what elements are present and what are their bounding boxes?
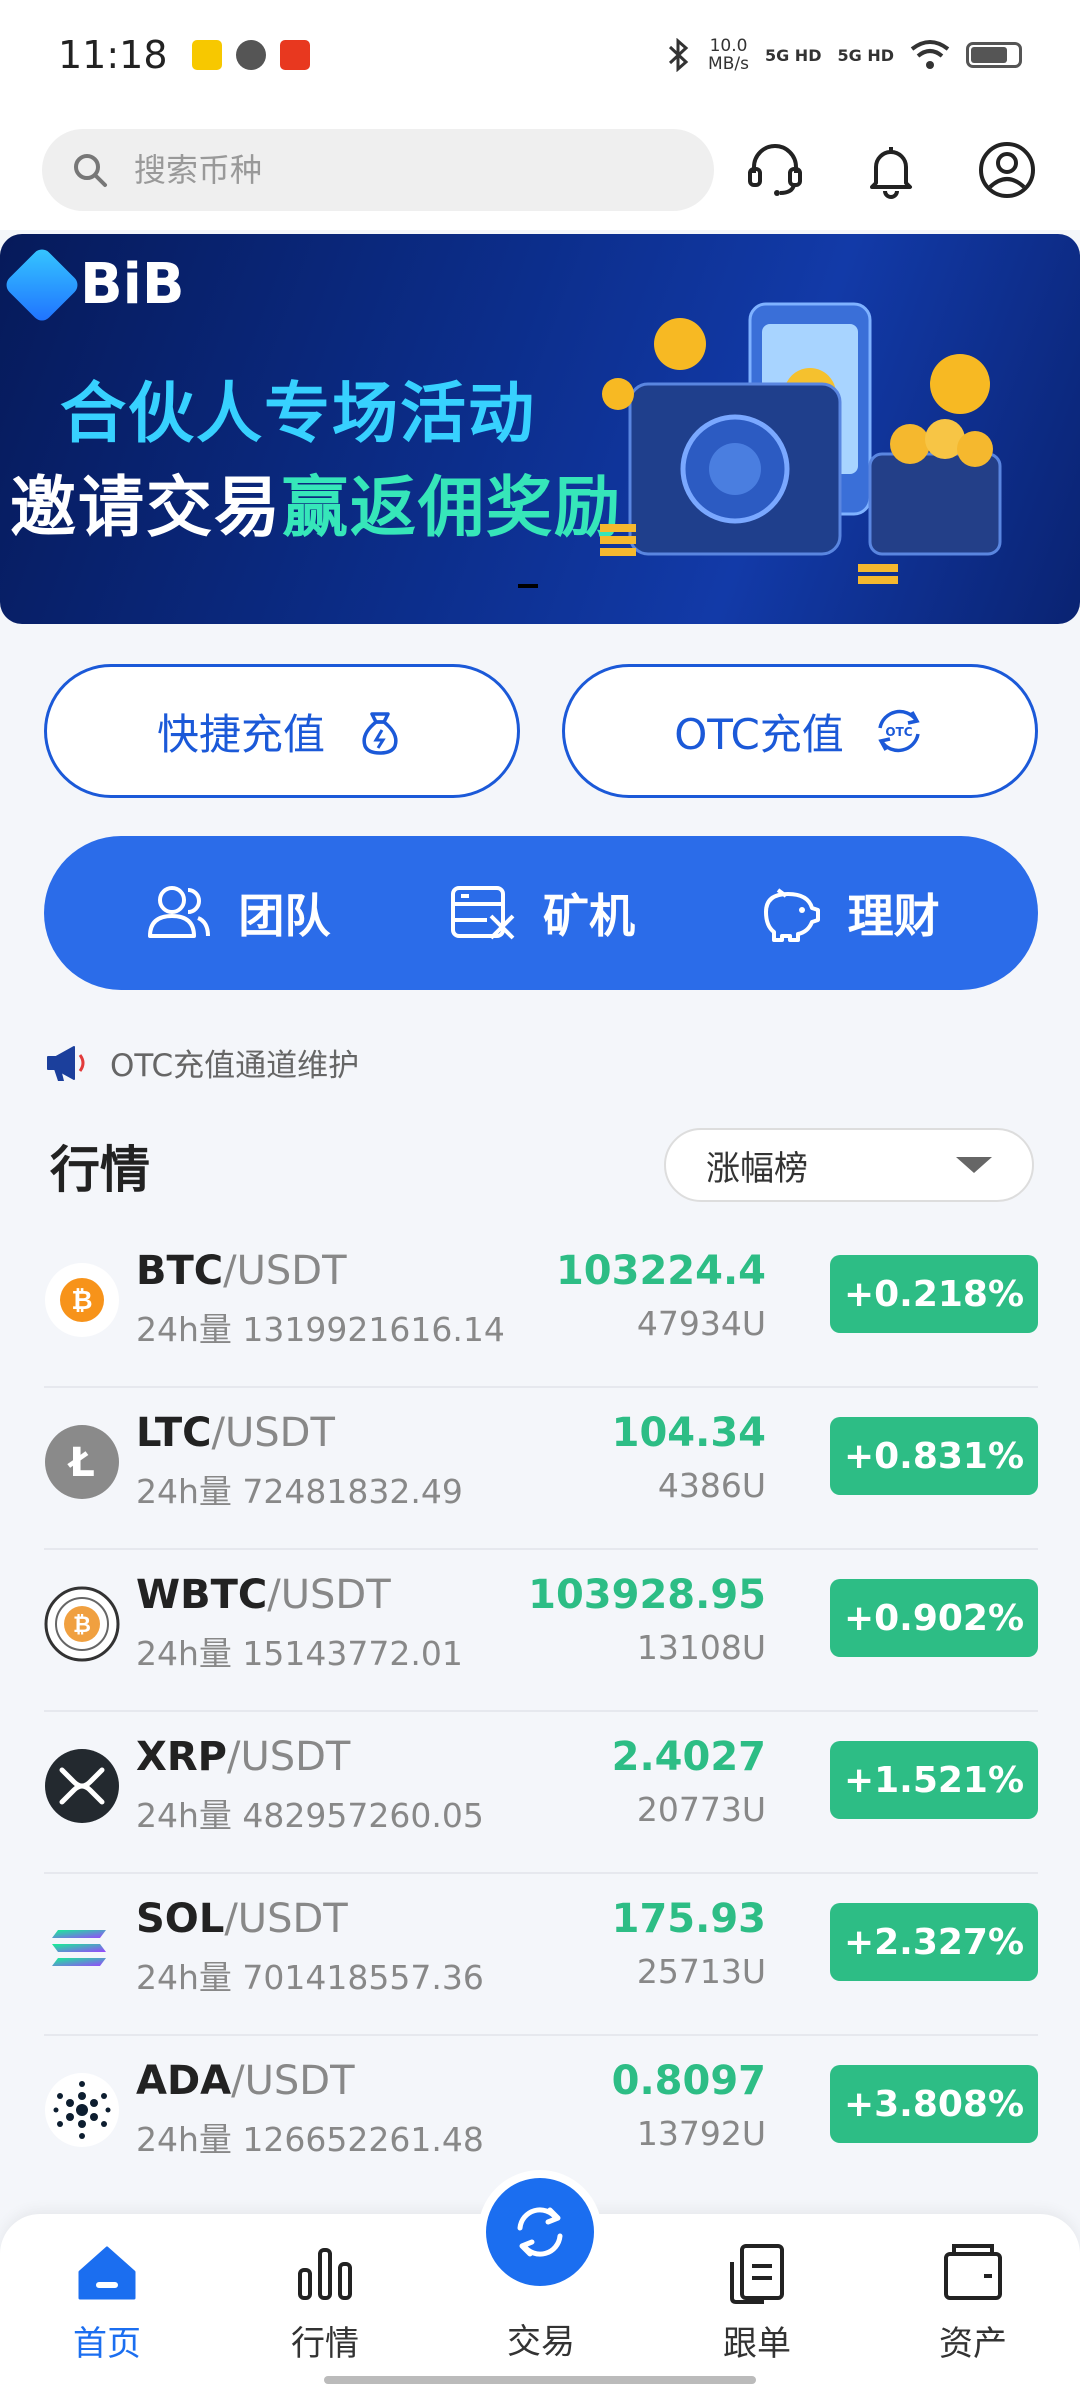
- bib-logo: BiB: [2, 244, 185, 325]
- banner-subheadline: 邀请交易赢返佣奖励: [10, 469, 622, 546]
- coin-price: 0.8097: [611, 2058, 766, 2104]
- sort-dropdown[interactable]: 涨幅榜: [664, 1128, 1034, 1202]
- swap-icon: [517, 2207, 563, 2257]
- coin-sub-value: 4386U: [657, 1466, 766, 1505]
- status-indicators: 10.0 MB/s 5G HD 5G HD: [666, 37, 1022, 73]
- svg-text:₿: ₿: [73, 1613, 91, 1638]
- coin-volume: 24h量 701418557.36: [136, 1958, 484, 1997]
- chevron-down-icon: [956, 1157, 992, 1173]
- bluetooth-icon: [669, 38, 689, 72]
- xrp-icon: [45, 1749, 119, 1823]
- net-speed: 10.0 MB/s: [708, 36, 749, 74]
- svg-text:₿: ₿: [71, 1286, 92, 1316]
- ada-icon: [45, 2073, 119, 2147]
- headset-icon[interactable]: [744, 139, 806, 201]
- market-list: ₿ BTC/USDT 24h量 1319921616.14 103224.4 4…: [44, 1226, 1038, 2198]
- notice-text: OTC充值通道维护: [110, 1048, 360, 1084]
- wbtc-icon: ₿: [44, 1586, 120, 1662]
- status-bar: 11:18 10.0 MB/s 5G HD 5G HD: [0, 0, 1080, 110]
- signal-indicator-1: 5G HD: [764, 45, 822, 65]
- wifi-icon: [910, 40, 950, 69]
- coin-price: 175.93: [611, 1896, 766, 1942]
- coin-volume: 24h量 1319921616.14: [136, 1310, 505, 1349]
- feature-wealth[interactable]: 理财: [752, 876, 940, 950]
- trade-fab-button[interactable]: [478, 2170, 602, 2294]
- change-badge[interactable]: +1.521%: [830, 1741, 1038, 1819]
- sort-selected-value: 涨幅榜: [706, 1148, 808, 1189]
- banner-headline: 合伙人专场活动: [60, 375, 536, 452]
- change-badge[interactable]: +2.327%: [830, 1903, 1038, 1981]
- team-icon: [148, 886, 211, 938]
- coin-sub-value: 20773U: [636, 1790, 766, 1829]
- feature-miner[interactable]: 矿机: [447, 876, 635, 950]
- otc-exchange-icon: OTC: [878, 709, 920, 753]
- coin-price: 104.34: [611, 1410, 766, 1456]
- market-row-xrp[interactable]: XRP/USDT 24h量 482957260.05 2.4027 20773U…: [44, 1712, 1038, 1874]
- promo-banner[interactable]: BiB 合伙人专场活动 邀请交易赢返佣奖励: [0, 234, 1080, 624]
- piggy-bank-icon: [763, 888, 820, 942]
- user-icon[interactable]: [976, 139, 1038, 201]
- market-row-btc[interactable]: ₿ BTC/USDT 24h量 1319921616.14 103224.4 4…: [44, 1226, 1038, 1388]
- banner-page-indicator: [518, 584, 538, 588]
- notice-bar[interactable]: OTC充值通道维护: [44, 1040, 359, 1085]
- header-actions: [744, 139, 1038, 201]
- home-indicator: [324, 2376, 756, 2384]
- change-badge[interactable]: +0.902%: [830, 1579, 1038, 1657]
- coin-price: 2.4027: [611, 1734, 766, 1780]
- otc-deposit-button[interactable]: OTC充值 OTC: [562, 664, 1038, 798]
- nav-copy-trade[interactable]: 跟单: [682, 2240, 832, 2365]
- ltc-icon: Ł: [45, 1425, 119, 1499]
- nav-home[interactable]: 首页: [32, 2240, 182, 2365]
- taobao-notification-icon: [279, 40, 310, 70]
- quick-deposit-button[interactable]: 快捷充值: [44, 664, 520, 798]
- home-icon: [78, 2246, 136, 2300]
- nav-trade[interactable]: 交易: [466, 2314, 616, 2363]
- search-input[interactable]: [134, 151, 654, 189]
- header: [0, 110, 1080, 230]
- nav-assets[interactable]: 资产: [898, 2240, 1048, 2365]
- coin-price: 103224.4: [555, 1248, 766, 1294]
- search-icon: [74, 154, 107, 187]
- change-badge[interactable]: +0.218%: [830, 1255, 1038, 1333]
- market-row-wbtc[interactable]: ₿ WBTC/USDT 24h量 15143772.01 103928.95 1…: [44, 1550, 1038, 1712]
- sol-icon: [52, 1930, 106, 1966]
- bell-icon[interactable]: [860, 139, 922, 201]
- nav-market[interactable]: 行情: [250, 2240, 400, 2365]
- coin-volume: 24h量 126652261.48: [136, 2120, 484, 2159]
- change-badge[interactable]: +3.808%: [830, 2065, 1038, 2143]
- document-icon: [730, 2244, 784, 2304]
- coin-volume: 24h量 72481832.49: [136, 1472, 463, 1511]
- coin-sub-value: 25713U: [636, 1952, 766, 1991]
- coin-sub-value: 47934U: [636, 1304, 766, 1343]
- coin-volume: 24h量 482957260.05: [136, 1796, 484, 1835]
- battery-icon: [966, 42, 1022, 68]
- coin-price: 103928.95: [528, 1572, 766, 1618]
- market-section-title: 行情: [50, 1141, 150, 1199]
- svg-text:OTC: OTC: [885, 725, 912, 739]
- money-bag-icon: [362, 712, 398, 755]
- megaphone-icon: [47, 1045, 85, 1081]
- feature-bar: 团队 矿机 理财: [44, 836, 1038, 990]
- coin-volume: 24h量 15143772.01: [136, 1634, 463, 1673]
- wallet-icon: [944, 2244, 1002, 2300]
- bar-chart-icon: [298, 2248, 352, 2300]
- change-badge[interactable]: +0.831%: [830, 1417, 1038, 1495]
- feature-team[interactable]: 团队: [142, 876, 330, 950]
- meituan-notification-icon: [191, 40, 222, 70]
- svg-text:Ł: Ł: [67, 1440, 95, 1486]
- coin-sub-value: 13792U: [636, 2114, 766, 2153]
- btc-icon: ₿: [45, 1263, 119, 1337]
- chat-notification-icon: [235, 40, 266, 70]
- bib-logo-mark-icon: [2, 244, 82, 325]
- signal-indicator-2: 5G HD: [837, 45, 894, 65]
- market-row-ltc[interactable]: Ł LTC/USDT 24h量 72481832.49 104.34 4386U…: [44, 1388, 1038, 1550]
- safe-coins-illustration-icon: [600, 302, 1002, 584]
- market-row-sol[interactable]: SOL/USDT 24h量 701418557.36 175.93 25713U…: [44, 1874, 1038, 2036]
- coin-sub-value: 13108U: [636, 1628, 766, 1667]
- miner-icon: [450, 886, 515, 940]
- status-time: 11:18: [58, 33, 168, 77]
- search-box[interactable]: [42, 129, 714, 211]
